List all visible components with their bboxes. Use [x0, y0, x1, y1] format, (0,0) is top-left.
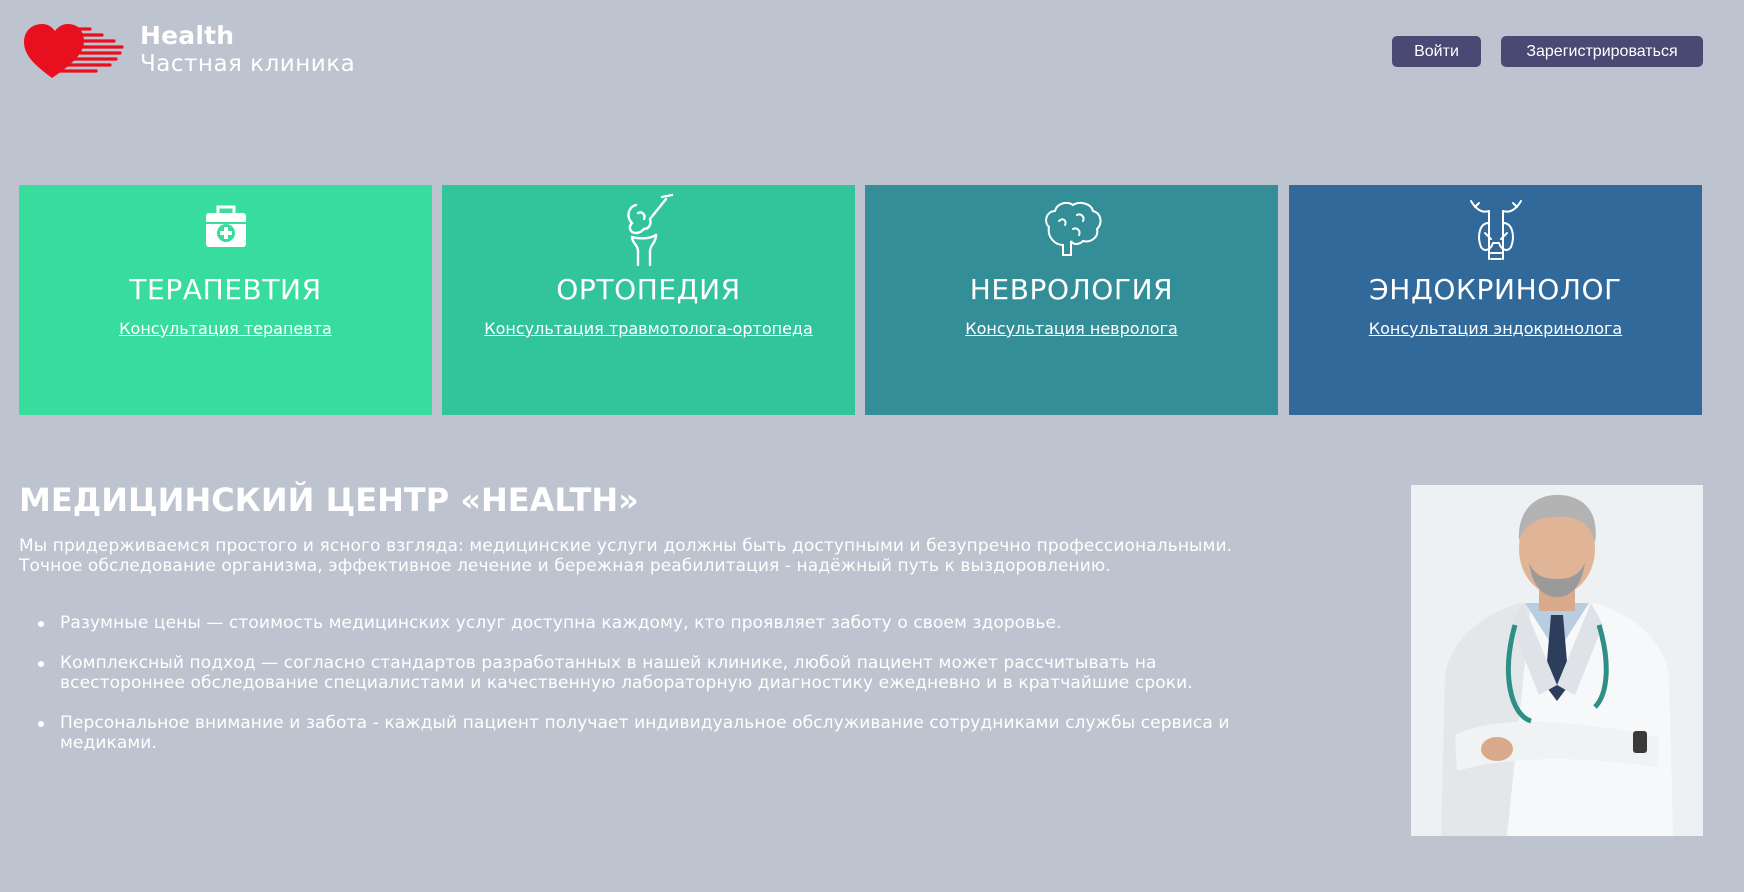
knee-joint-icon	[626, 193, 673, 267]
page: Health Частная клиника Войти Зарегистрир…	[0, 0, 1744, 892]
benefits-list: Разумные цены — стоимость медицинских ус…	[38, 613, 1260, 773]
card-link[interactable]: Консультация невролога	[865, 318, 1278, 340]
card-title: ТЕРАПЕВТИЯ	[129, 273, 322, 306]
list-item: Комплексный подход — согласно стандартов…	[38, 653, 1260, 693]
list-item: Разумные цены — стоимость медицинских ус…	[38, 613, 1260, 633]
first-aid-kit-icon	[205, 205, 246, 247]
brain-icon	[1044, 202, 1101, 256]
brand-name: Health	[140, 21, 235, 50]
card-title: НЕВРОЛОГИЯ	[969, 273, 1174, 306]
logo-text: Health Частная клиника	[140, 22, 355, 78]
about-title: МЕДИЦИНСКИЙ ЦЕНТР «HEALTH»	[19, 481, 639, 519]
login-button[interactable]: Войти	[1392, 36, 1481, 67]
card-link[interactable]: Консультация эндокринолога	[1289, 318, 1702, 340]
about-intro: Мы придерживаемся простого и ясного взгл…	[19, 536, 1233, 576]
doctor-photo	[1411, 485, 1703, 836]
card-title: ОРТОПЕДИЯ	[556, 273, 741, 306]
card-link[interactable]: Консультация травмотолога-ортопеда	[442, 318, 855, 340]
thyroid-icon	[1469, 200, 1522, 260]
card-link[interactable]: Консультация терапевта	[19, 318, 432, 340]
brand-subtitle: Частная клиника	[140, 51, 356, 77]
register-button[interactable]: Зарегистрироваться	[1501, 36, 1703, 67]
service-card-neurology[interactable]: НЕВРОЛОГИЯ Консультация невролога	[865, 185, 1278, 415]
service-card-orthopedics[interactable]: ОРТОПЕДИЯ Консультация травмотолога-орто…	[442, 185, 855, 415]
card-title: ЭНДОКРИНОЛОГ	[1369, 273, 1622, 306]
service-card-therapy[interactable]: ТЕРАПЕВТИЯ Консультация терапевта	[19, 185, 432, 415]
doctor-illustration	[1411, 485, 1703, 836]
list-item: Персональное внимание и забота - каждый …	[38, 713, 1260, 753]
logo[interactable]: Health Частная клиника	[22, 20, 355, 80]
heart-logo-icon	[24, 24, 124, 78]
service-card-endocrinology[interactable]: ЭНДОКРИНОЛОГ Консультация эндокринолога	[1289, 185, 1702, 415]
